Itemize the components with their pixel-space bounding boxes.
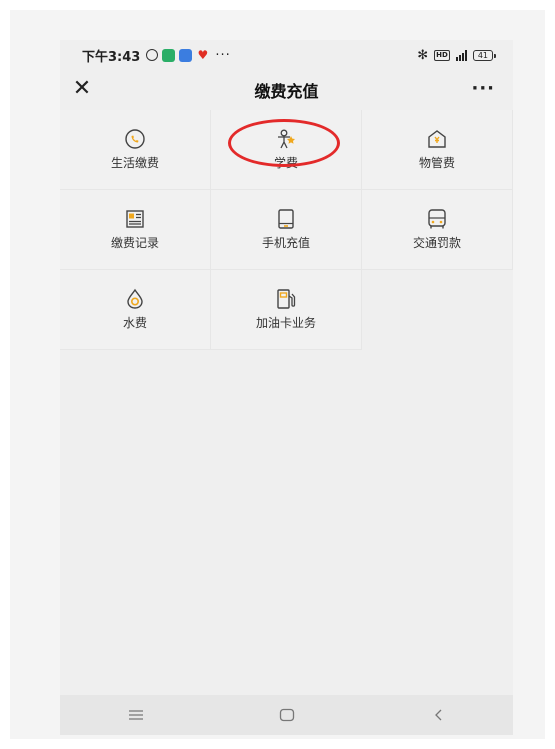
service-item-property-fee[interactable]: 物管费 (362, 110, 513, 190)
bus-icon (428, 209, 446, 229)
red-highlight-annotation (228, 119, 340, 167)
close-icon[interactable]: ✕ (72, 78, 92, 100)
service-item-fuel-card[interactable]: 加油卡业务 (211, 270, 362, 350)
title-bar: ✕ 缴费充值 ··· (60, 70, 513, 110)
signal-icon (455, 49, 467, 61)
bluetooth-icon: ✻ (417, 47, 429, 63)
house-yuan-icon (428, 130, 446, 148)
system-navigation-bar (60, 695, 513, 735)
status-time: 下午3:43 (82, 49, 141, 65)
status-bar: 下午3:43 ♥ ··· ✻ HD 41 (60, 40, 513, 70)
service-label: 交通罚款 (412, 236, 461, 250)
service-item-water-fee[interactable]: 水费 (60, 270, 211, 350)
service-item-mobile-topup[interactable]: 手机充值 (211, 190, 362, 270)
status-right: ✻ HD 41 (417, 47, 497, 63)
service-item-living-payment[interactable]: 生活缴费 (60, 110, 211, 190)
service-label: 生活缴费 (110, 156, 159, 170)
page-title: 缴费充值 (254, 82, 319, 101)
service-label: 手机充值 (261, 236, 310, 250)
receipt-icon (126, 210, 144, 228)
menu-icon[interactable] (116, 700, 156, 730)
wechat-icon (162, 48, 176, 62)
hd-icon: HD (434, 49, 450, 61)
battery-icon: 41 (472, 49, 497, 61)
service-label: 缴费记录 (110, 236, 159, 250)
service-item-payment-records[interactable]: 缴费记录 (60, 190, 211, 270)
translate-icon (179, 48, 193, 62)
phone-circle-icon (125, 129, 145, 149)
mobile-phone-icon (278, 209, 294, 229)
alarm-icon (146, 49, 159, 61)
more-notifications-icon: ··· (215, 47, 231, 63)
water-drop-icon (127, 288, 143, 309)
screenshot-frame: 下午3:43 ♥ ··· ✻ HD 41 ✕ 缴费充值 ··· 生活缴费 学费 … (10, 10, 545, 739)
more-icon[interactable]: ··· (471, 78, 495, 99)
service-label: 物管费 (418, 156, 455, 170)
service-item-traffic-fines[interactable]: 交通罚款 (362, 190, 513, 270)
service-label: 水费 (122, 316, 147, 330)
notification-icons: ♥ (146, 47, 209, 62)
shopping-icon: ♥ (197, 47, 209, 62)
empty-cell (362, 270, 513, 350)
service-label: 加油卡业务 (255, 316, 316, 330)
back-icon[interactable] (418, 700, 458, 730)
fuel-pump-icon (277, 289, 296, 309)
phone-screen: 下午3:43 ♥ ··· ✻ HD 41 ✕ 缴费充值 ··· 生活缴费 学费 … (60, 40, 513, 735)
home-icon[interactable] (267, 700, 307, 730)
